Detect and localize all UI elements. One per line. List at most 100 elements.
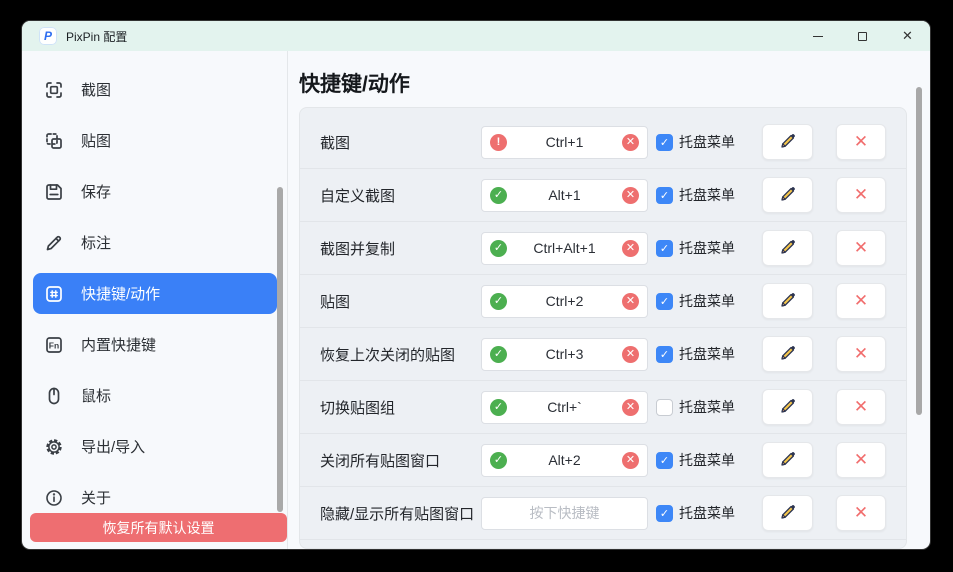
gear-icon — [44, 437, 64, 457]
sidebar-item-about[interactable]: 关于 — [33, 477, 277, 518]
clear-hotkey-icon[interactable]: ✕ — [622, 187, 639, 204]
sidebar-divider — [287, 51, 288, 549]
sidebar-item-builtin-hotkeys[interactable]: Fn 内置快捷键 — [33, 324, 277, 365]
hotkey-input[interactable]: ✓ Alt+2 ✕ — [481, 444, 648, 477]
delete-action-button[interactable]: ✕ — [836, 389, 886, 425]
tray-menu-checkbox[interactable]: ✓ — [656, 293, 673, 310]
delete-x-icon: ✕ — [854, 291, 868, 311]
edit-action-button[interactable] — [762, 124, 813, 160]
pencil-icon — [778, 237, 798, 260]
delete-action-button[interactable]: ✕ — [836, 336, 886, 372]
hotkey-status-icon: ! — [490, 134, 507, 151]
minimize-button[interactable] — [795, 21, 840, 51]
pencil-icon — [778, 184, 798, 207]
maximize-button[interactable] — [840, 21, 885, 51]
screenshot-icon — [44, 80, 64, 100]
delete-action-button[interactable]: ✕ — [836, 495, 886, 531]
sidebar-item-save[interactable]: 保存 — [33, 171, 277, 212]
delete-x-icon: ✕ — [854, 450, 868, 470]
pencil-icon — [778, 290, 798, 313]
tray-menu-checkbox[interactable]: ✓ — [656, 346, 673, 363]
tray-menu-checkbox[interactable]: ✓ — [656, 399, 673, 416]
sidebar-item-annotate[interactable]: 标注 — [33, 222, 277, 263]
hotkey-row-label: 截图并复制 — [320, 238, 481, 259]
close-icon: ✕ — [902, 28, 913, 44]
svg-text:Fn: Fn — [49, 340, 59, 350]
hotkey-input[interactable]: ✓ Alt+1 ✕ — [481, 179, 648, 212]
clear-hotkey-icon[interactable]: ✕ — [622, 452, 639, 469]
sidebar-scrollbar-thumb[interactable] — [277, 187, 283, 512]
edit-action-button[interactable] — [762, 442, 813, 478]
hotkey-row: 关闭所有贴图窗口 ✓ Alt+2 ✕ ✓ 托盘菜单 ✕ — [300, 434, 906, 487]
sidebar-item-export-import[interactable]: 导出/导入 — [33, 426, 277, 467]
clear-hotkey-icon[interactable]: ✕ — [622, 399, 639, 416]
annotate-pencil-icon — [44, 233, 64, 253]
tray-menu-label: 托盘菜单 — [679, 291, 735, 311]
hotkey-row: 自定义截图 ✓ Alt+1 ✕ ✓ 托盘菜单 ✕ — [300, 169, 906, 222]
tray-menu-option: ✓ 托盘菜单 — [656, 132, 762, 152]
pin-image-icon — [44, 131, 64, 151]
pixpin-logo: P — [39, 27, 57, 45]
hotkey-status-icon: ✓ — [490, 187, 507, 204]
sidebar-item-screenshot[interactable]: 截图 — [33, 69, 277, 110]
sidebar-item-label: 标注 — [81, 232, 111, 253]
clear-hotkey-icon[interactable]: ✕ — [622, 240, 639, 257]
edit-action-button[interactable] — [762, 336, 813, 372]
hotkey-value: Alt+2 — [507, 452, 622, 468]
hotkey-input[interactable]: ✓ Ctrl+` ✕ — [481, 391, 648, 424]
sidebar-item-label: 关于 — [81, 487, 111, 508]
save-icon — [44, 182, 64, 202]
hotkey-row-label: 自定义截图 — [320, 185, 481, 206]
sidebar-item-pin-image[interactable]: 贴图 — [33, 120, 277, 161]
hotkey-row: 切换贴图组 ✓ Ctrl+` ✕ ✓ 托盘菜单 ✕ — [300, 381, 906, 434]
window-title: PixPin 配置 — [66, 28, 127, 45]
delete-action-button[interactable]: ✕ — [836, 177, 886, 213]
pencil-icon — [778, 396, 798, 419]
close-button[interactable]: ✕ — [885, 21, 930, 51]
pencil-icon — [778, 131, 798, 154]
tray-menu-option: ✓ 托盘菜单 — [656, 238, 762, 258]
hotkey-input[interactable]: ✓ Ctrl+3 ✕ — [481, 338, 648, 371]
clear-hotkey-icon[interactable]: ✕ — [622, 134, 639, 151]
hotkey-row-label: 隐藏/显示所有贴图窗口 — [320, 503, 481, 524]
hotkey-row: 截图并复制 ✓ Ctrl+Alt+1 ✕ ✓ 托盘菜单 ✕ — [300, 222, 906, 275]
sidebar-item-hotkeys-actions[interactable]: 快捷键/动作 — [33, 273, 277, 314]
sidebar-item-label: 内置快捷键 — [81, 334, 156, 355]
reset-defaults-button[interactable]: 恢复所有默认设置 — [30, 513, 287, 542]
edit-action-button[interactable] — [762, 177, 813, 213]
delete-action-button[interactable]: ✕ — [836, 230, 886, 266]
tray-menu-label: 托盘菜单 — [679, 132, 735, 152]
sidebar-item-label: 快捷键/动作 — [81, 283, 160, 304]
sidebar-item-mouse[interactable]: 鼠标 — [33, 375, 277, 416]
hotkey-input[interactable]: 按下快捷键 ✕ — [481, 497, 648, 530]
main-scrollbar-thumb[interactable] — [916, 87, 922, 415]
edit-action-button[interactable] — [762, 389, 813, 425]
pixpin-logo-letter: P — [44, 30, 52, 42]
tray-menu-checkbox[interactable]: ✓ — [656, 240, 673, 257]
tray-menu-checkbox[interactable]: ✓ — [656, 134, 673, 151]
edit-action-button[interactable] — [762, 230, 813, 266]
delete-action-button[interactable]: ✕ — [836, 442, 886, 478]
tray-menu-checkbox[interactable]: ✓ — [656, 505, 673, 522]
delete-action-button[interactable]: ✕ — [836, 124, 886, 160]
hotkey-input[interactable]: ✓ Ctrl+Alt+1 ✕ — [481, 232, 648, 265]
hotkey-row-label: 切换贴图组 — [320, 397, 481, 418]
tray-menu-label: 托盘菜单 — [679, 344, 735, 364]
hotkey-rows: 截图 ! Ctrl+1 ✕ ✓ 托盘菜单 ✕ 自定义截图 ✓ — [300, 116, 906, 540]
edit-action-button[interactable] — [762, 495, 813, 531]
edit-action-button[interactable] — [762, 283, 813, 319]
sidebar: 截图 贴图 保存 — [22, 51, 287, 549]
tray-menu-checkbox[interactable]: ✓ — [656, 452, 673, 469]
content-area: 截图 贴图 保存 — [22, 51, 930, 549]
hotkey-row-label: 截图 — [320, 132, 481, 153]
hotkey-input[interactable]: ! Ctrl+1 ✕ — [481, 126, 648, 159]
delete-x-icon: ✕ — [854, 132, 868, 152]
clear-hotkey-icon[interactable]: ✕ — [622, 293, 639, 310]
delete-action-button[interactable]: ✕ — [836, 283, 886, 319]
hotkey-input[interactable]: ✓ Ctrl+2 ✕ — [481, 285, 648, 318]
clear-hotkey-icon[interactable]: ✕ — [622, 346, 639, 363]
hotkey-row-label: 关闭所有贴图窗口 — [320, 450, 481, 471]
hotkey-status-icon: ✓ — [490, 240, 507, 257]
hotkey-value: Ctrl+3 — [507, 346, 622, 362]
tray-menu-checkbox[interactable]: ✓ — [656, 187, 673, 204]
